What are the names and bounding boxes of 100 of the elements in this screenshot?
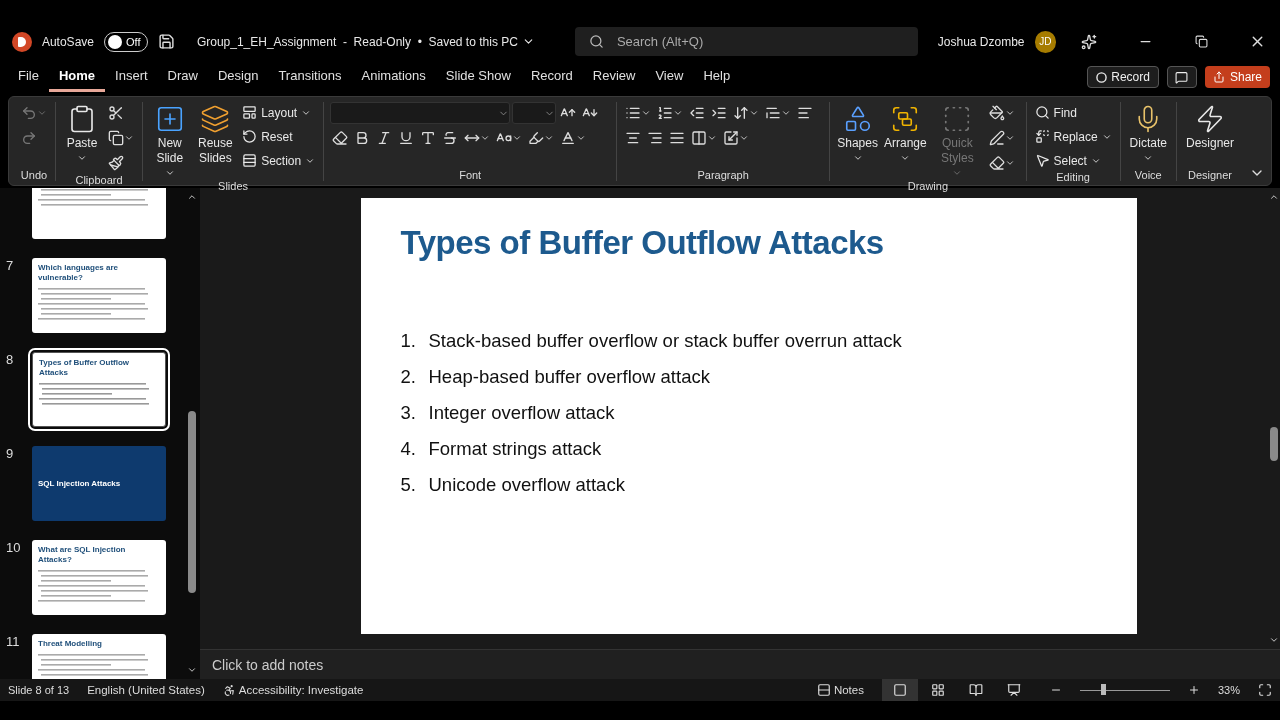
menu-tab[interactable]: Slide Show <box>435 62 521 92</box>
ribbon-button[interactable]: Paste <box>62 102 102 165</box>
slide[interactable] <box>360 198 1137 634</box>
ribbon-button[interactable]: Reuse Slides <box>194 102 237 168</box>
ribbon-button[interactable]: Shapes <box>836 102 880 165</box>
group-label: Paragraph <box>696 169 750 181</box>
text-shadow-icon <box>420 130 437 146</box>
accessibility-button[interactable]: Accessibility: Investigate <box>222 683 364 697</box>
designer-icon <box>1195 104 1225 134</box>
zoom-thumb[interactable] <box>1101 684 1107 695</box>
ribbon-button[interactable]: Select <box>1032 150 1114 171</box>
bullets-icon <box>625 105 642 121</box>
pointer-icon <box>1034 153 1050 168</box>
avatar[interactable]: JD <box>1034 30 1057 53</box>
record-button[interactable]: Record <box>1087 66 1159 88</box>
document-title[interactable]: Group_1_EH_Assignment - Read-Only • Saved to this PC <box>190 33 541 50</box>
book-icon <box>968 683 983 697</box>
zoom-level[interactable]: 33% <box>1217 684 1240 696</box>
highlighter-icon <box>528 130 545 146</box>
share-button[interactable]: Share <box>1204 66 1270 88</box>
search-field[interactable]: Search (Alt+Q) <box>574 27 918 56</box>
menu-tab[interactable]: Record <box>520 62 583 92</box>
menu-tab[interactable]: Home <box>48 62 106 92</box>
list-item: 4. Format strings attack <box>400 438 603 460</box>
copy-icon <box>108 130 124 146</box>
list-item: 1. Stack-based buffer overflow or stack buffer overrun attack <box>400 330 903 352</box>
comment-icon <box>1175 70 1189 84</box>
autosave-toggle[interactable]: Off <box>104 31 148 52</box>
slide-thumbnail[interactable]: Which languages are vulnerable? <box>32 258 166 333</box>
list-item: 2. Heap-based buffer overflow attack <box>400 366 711 388</box>
app-logo-icon <box>12 31 32 52</box>
slide-thumbnail[interactable]: What are SQL Injection Attacks? <box>32 540 166 615</box>
menu-tab[interactable]: Transitions <box>268 62 352 92</box>
save-icon[interactable] <box>157 33 175 50</box>
align-text-icon <box>723 130 740 146</box>
ribbon-button[interactable]: Reset <box>240 126 318 147</box>
font-color-icon <box>560 130 577 146</box>
shape-effects-icon <box>989 155 1005 171</box>
ribbon-button[interactable]: Dictate <box>1126 102 1170 165</box>
language-button[interactable]: English (United States) <box>87 684 205 696</box>
ribbon-button[interactable]: Layout <box>240 102 318 123</box>
slide-number: 7 <box>6 258 15 275</box>
undo-icon <box>21 105 37 121</box>
font-field[interactable] <box>512 102 557 124</box>
notes-button[interactable]: Notes <box>816 683 864 697</box>
autosave-label: AutoSave <box>41 34 94 49</box>
zoom-slider[interactable] <box>1079 684 1170 696</box>
grid-icon <box>930 683 945 697</box>
menu-tab[interactable]: Draw <box>157 62 208 92</box>
record-icon <box>1096 71 1108 83</box>
accessibility-icon <box>222 683 236 697</box>
scrollbar-thumb[interactable] <box>188 410 196 593</box>
thumbnail-title: Threat Modelling <box>38 639 103 649</box>
slide-thumbnail[interactable]: Threat Modelling <box>32 634 166 679</box>
ribbon-button[interactable]: Arrange <box>883 102 928 165</box>
menu-tab[interactable]: File <box>8 62 49 92</box>
scroll-up-icon[interactable] <box>187 192 197 202</box>
scrollbar-thumb[interactable] <box>1270 427 1278 461</box>
scroll-up-icon[interactable] <box>1269 192 1279 202</box>
normal-view-icon <box>892 683 907 697</box>
menu-tab[interactable]: View <box>645 62 694 92</box>
menu-tab[interactable]: Design <box>207 62 269 92</box>
menu-tab[interactable]: Help <box>693 62 741 92</box>
shape-fill-icon <box>989 105 1005 121</box>
scroll-down-icon[interactable] <box>187 665 197 675</box>
clear-formatting-icon <box>332 130 349 146</box>
search-icon <box>1034 105 1050 120</box>
share-icon <box>1212 71 1225 83</box>
view-button[interactable] <box>881 679 918 701</box>
comments-button[interactable] <box>1166 66 1197 88</box>
menu-tab[interactable]: Insert <box>105 62 158 92</box>
slide-number: 11 <box>6 634 21 651</box>
group-label: Font <box>458 169 483 181</box>
group-label: Undo <box>19 169 49 181</box>
ribbon-button[interactable]: New Slide <box>149 102 191 180</box>
slide-number: 8 <box>6 352 15 369</box>
font-field[interactable] <box>330 102 511 124</box>
menu-tab[interactable]: Animations <box>351 62 436 92</box>
ribbon-button[interactable]: Replace <box>1032 126 1114 147</box>
thumbnail-title: What are SQL Injection Attacks? <box>38 545 127 565</box>
scroll-down-icon[interactable] <box>1269 635 1279 645</box>
fit-slide-icon[interactable] <box>1258 683 1272 697</box>
slide-thumbnail[interactable]: SQL Injection Attacks <box>32 446 166 521</box>
group-label: Voice <box>1133 169 1163 181</box>
align-center-icon <box>625 130 642 146</box>
strikethrough-icon <box>442 130 459 146</box>
ribbon-button[interactable]: Section <box>240 150 318 171</box>
user-name: Joshua Dzombe <box>937 34 1025 49</box>
notes-placeholder[interactable]: Click to add notes <box>212 656 324 673</box>
paintbrush-icon <box>108 155 124 171</box>
ribbon-button[interactable]: Find <box>1032 102 1114 123</box>
redo-icon <box>21 130 37 146</box>
columns-icon <box>691 130 708 146</box>
line-spacing-icon <box>733 105 750 121</box>
presentation-icon <box>1006 683 1021 697</box>
zoom-in-icon[interactable] <box>1187 684 1200 696</box>
ribbon-button[interactable]: Designer <box>1182 102 1237 153</box>
menu-tab[interactable]: Review <box>582 62 646 92</box>
numbering-icon <box>657 105 674 121</box>
group-label: Slides <box>217 180 250 192</box>
